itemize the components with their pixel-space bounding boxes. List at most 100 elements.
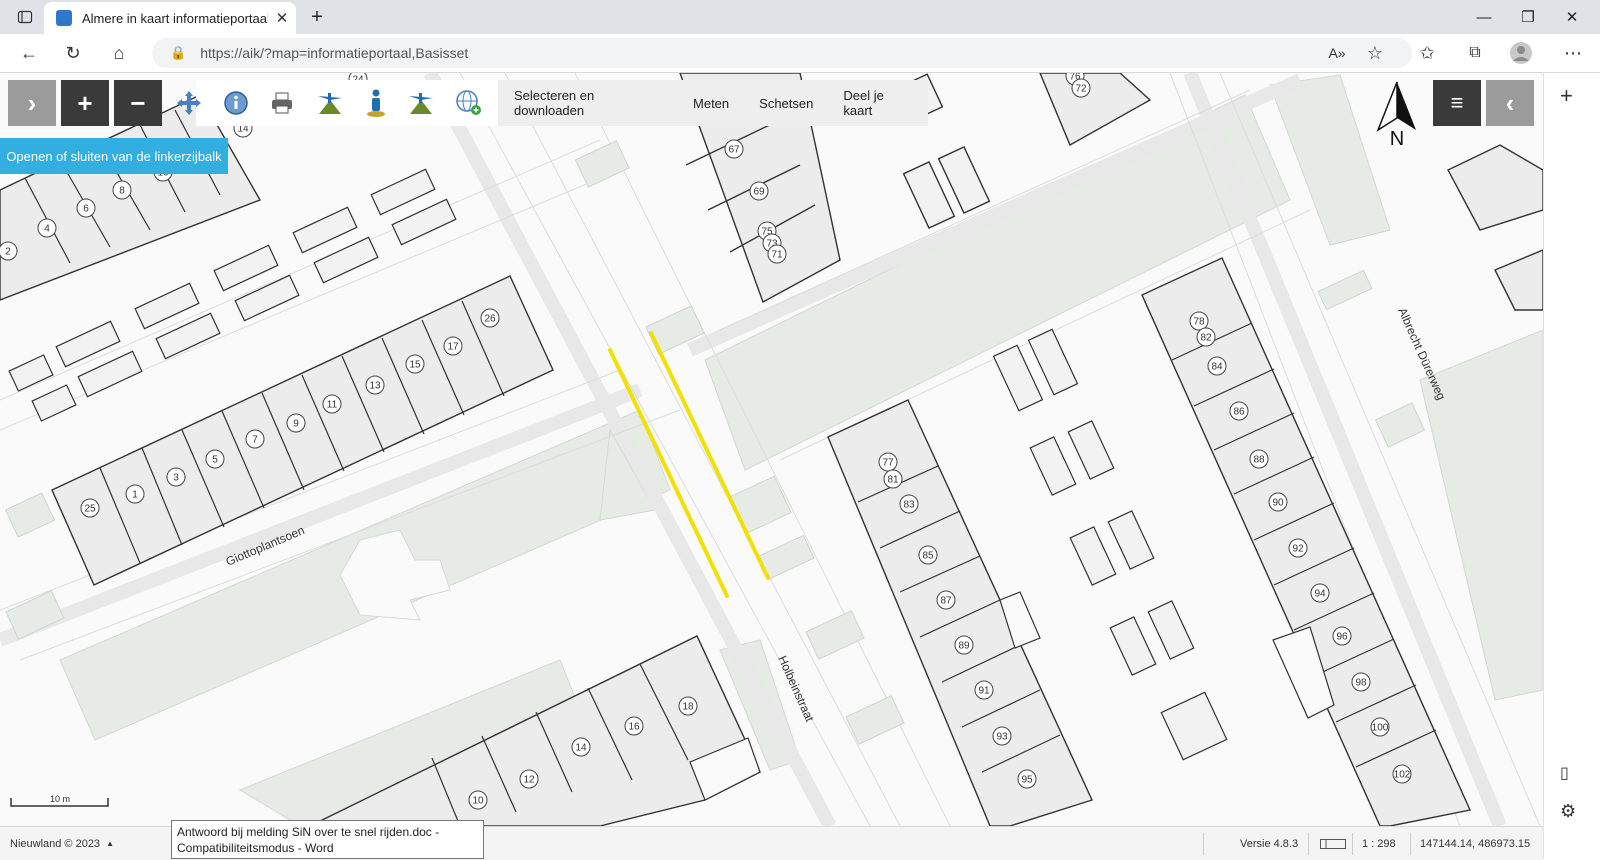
house-number: 17 [447, 342, 459, 353]
house-number: 69 [753, 187, 765, 198]
house-number: 5 [212, 455, 218, 466]
house-number: 95 [1021, 775, 1033, 786]
tab-close-icon[interactable]: ✕ [268, 9, 296, 27]
house-number: 81 [887, 475, 899, 486]
back-icon[interactable]: ← [14, 38, 44, 68]
favorites-icon[interactable]: ✩ [1412, 38, 1442, 68]
aerial-photo-2-icon[interactable] [404, 84, 438, 122]
map-canvas[interactable]: Giottoplantsoen Holbeinstraat Albrecht D… [0, 73, 1543, 826]
house-number: 71 [771, 250, 783, 261]
house-number: 12 [523, 775, 535, 786]
house-number: 15 [409, 360, 421, 371]
streetview-icon[interactable] [359, 84, 393, 122]
map-menu: Selecteren en downloaden Meten Schetsen … [498, 80, 928, 126]
house-number: 4 [44, 224, 50, 235]
house-number: 26 [484, 314, 496, 325]
minimize-button[interactable]: — [1464, 0, 1504, 34]
house-number: 92 [1292, 544, 1304, 555]
tab-actions-icon[interactable] [8, 0, 42, 34]
collapse-panel-button[interactable]: ‹ [1486, 80, 1534, 126]
house-number: 87 [940, 596, 952, 607]
more-options-icon[interactable]: ⋯ [1558, 38, 1588, 68]
side-panel-add-icon[interactable]: + [1560, 83, 1573, 109]
house-number: 91 [978, 686, 990, 697]
address-bar[interactable]: 🔒 https://aik/?map=informatieportaal,Bas… [152, 38, 1412, 68]
house-number: 88 [1253, 455, 1265, 466]
pan-icon[interactable] [172, 84, 206, 122]
browser-toolbar: ← ↻ ⌂ 🔒 https://aik/?map=informatieporta… [0, 34, 1600, 73]
house-number: 10 [472, 796, 484, 807]
coordinates-text: 147144.14, 486973.15 [1420, 837, 1531, 850]
chevron-left-icon: ‹ [1505, 87, 1515, 118]
house-number: 77 [882, 458, 894, 469]
info-icon[interactable] [219, 84, 253, 122]
house-number: 7 [252, 435, 258, 446]
browser-titlebar: Almere in kaart informatieportaal ✕ + — … [0, 0, 1600, 34]
house-number: 86 [1233, 407, 1245, 418]
house-number: 94 [1314, 589, 1326, 600]
house-number: 85 [922, 551, 934, 562]
zoom-out-button[interactable]: − [114, 80, 162, 126]
popup-line-2: Compatibiliteitsmodus - Word [177, 841, 334, 855]
house-number: 1 [132, 490, 138, 501]
menu-button[interactable]: ≡ [1433, 80, 1481, 126]
house-number: 13 [369, 381, 381, 392]
site-favicon-icon [56, 10, 72, 26]
add-layer-icon[interactable] [452, 84, 486, 122]
profile-avatar[interactable] [1506, 38, 1536, 68]
share-map-menu[interactable]: Deel je kaart [843, 88, 914, 118]
collections-icon[interactable]: ⧉ [1460, 38, 1490, 68]
house-number: 8 [119, 186, 125, 197]
taskbar-preview-popup[interactable]: Antwoord bij melding SiN over te snel ri… [171, 820, 484, 859]
house-number: 14 [575, 743, 587, 754]
read-aloud-icon[interactable]: A» [1322, 38, 1352, 68]
house-number: 72 [1075, 84, 1087, 95]
house-number: 89 [958, 641, 970, 652]
browser-tab[interactable]: Almere in kaart informatieportaal ✕ [44, 2, 296, 34]
house-number: 9 [293, 419, 299, 430]
house-number: 82 [1200, 333, 1212, 344]
settings-gear-icon[interactable]: ⚙ [1560, 801, 1576, 822]
url-text: https://aik/?map=informatieportaal,Basis… [200, 45, 469, 61]
close-window-button[interactable]: ✕ [1552, 0, 1592, 34]
lock-icon: 🔒 [170, 45, 187, 60]
minus-icon: − [130, 87, 146, 118]
chevron-right-icon: › [27, 87, 37, 118]
side-panel-toggle-icon[interactable]: ▯ [1560, 763, 1569, 783]
tab-title: Almere in kaart informatieportaal [82, 10, 268, 26]
sketch-menu[interactable]: Schetsen [759, 96, 813, 111]
scale-bar-label: 10 m [50, 794, 70, 804]
restore-button[interactable]: ❐ [1508, 0, 1548, 34]
house-number: 98 [1355, 678, 1367, 689]
house-number: 100 [1372, 723, 1389, 734]
scale-text[interactable]: 1 : 298 [1362, 827, 1396, 860]
house-number: 18 [682, 702, 694, 713]
house-number: 16 [628, 722, 640, 733]
measure-menu[interactable]: Meten [693, 96, 729, 111]
house-number: 84 [1211, 362, 1223, 373]
add-favorite-icon[interactable]: ☆ [1360, 38, 1390, 68]
house-number: 67 [728, 145, 740, 156]
print-icon[interactable] [265, 84, 299, 122]
select-download-menu[interactable]: Selecteren en downloaden [514, 88, 663, 118]
home-icon[interactable]: ⌂ [104, 38, 134, 68]
house-number: 11 [327, 400, 338, 411]
browser-side-panel: + ▯ ⚙ [1543, 73, 1600, 859]
house-number: 3 [173, 473, 179, 484]
north-label: N [1389, 128, 1405, 150]
zoom-in-button[interactable]: + [61, 80, 109, 126]
plus-icon: + [77, 87, 93, 118]
aerial-photo-icon[interactable] [313, 84, 347, 122]
version-text: Versie 4.8.3 [1240, 837, 1299, 850]
caret-up-icon: ▲ [106, 839, 114, 848]
new-tab-button[interactable]: + [300, 0, 334, 34]
expand-sidebar-button[interactable]: › [8, 80, 56, 126]
north-arrow: N [1372, 80, 1422, 150]
sidebar-toggle-tooltip: Openen of sluiten van de linkerzijbalk [0, 138, 228, 174]
house-number: 78 [1193, 317, 1205, 328]
house-number: 25 [84, 504, 96, 515]
reload-icon[interactable]: ↻ [58, 38, 88, 68]
house-number: 96 [1336, 632, 1348, 643]
hamburger-icon: ≡ [1450, 90, 1464, 115]
house-number: 102 [1394, 770, 1411, 781]
